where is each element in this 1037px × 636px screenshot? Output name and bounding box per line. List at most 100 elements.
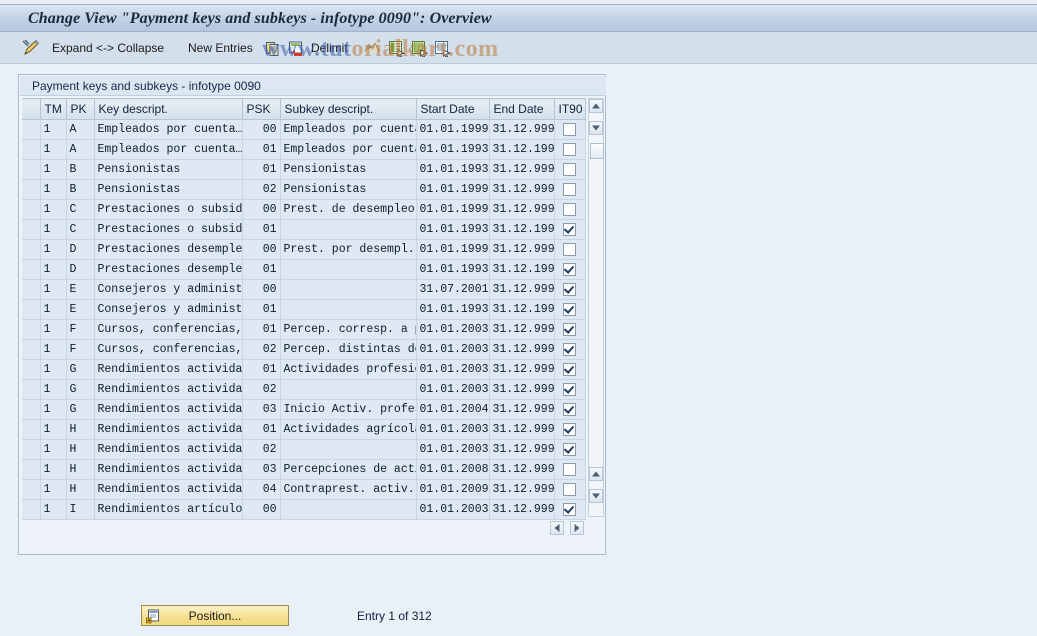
cell-tm[interactable]: 1 <box>40 319 67 340</box>
column-header-start-date[interactable]: Start Date <box>416 98 490 120</box>
checkbox-checked-icon[interactable] <box>563 342 576 356</box>
table-row[interactable]: 1 H Rendimientos actividad… 04 Contraprest. … <box>22 479 586 500</box>
cell-subkey-descript[interactable]: Pensionistas <box>280 179 417 200</box>
cell-end-date[interactable]: 31.12.9999 <box>489 199 555 220</box>
cell-subkey-descript[interactable] <box>280 299 417 320</box>
row-select-cell[interactable] <box>22 439 41 460</box>
cell-end-date[interactable]: 31.12.9999 <box>489 479 555 500</box>
cell-it90[interactable] <box>554 399 586 420</box>
cell-pk[interactable]: F <box>66 339 95 360</box>
cell-psk[interactable]: 02 <box>242 179 281 200</box>
cell-key-descript[interactable]: Consejeros y administr… <box>94 299 243 320</box>
table-row[interactable]: 1FCursos, conferencias, s…02Percep. dist… <box>22 339 586 360</box>
variant-button[interactable] <box>411 32 429 64</box>
cell-tm[interactable]: 1 <box>40 299 67 320</box>
cell-end-date[interactable]: 31.12.9999 <box>489 339 555 360</box>
cell-psk[interactable]: 04 <box>242 479 281 500</box>
cell-end-date[interactable]: 31.12.9999 <box>489 119 555 140</box>
cell-subkey-descript[interactable]: Inicio Activ. profes. <box>280 399 417 420</box>
row-select-cell[interactable] <box>22 179 41 200</box>
position-button[interactable]: Position... <box>141 605 289 626</box>
cell-tm[interactable]: 1 <box>40 179 67 200</box>
cell-start-date[interactable]: 01.01.2003 <box>416 499 490 520</box>
row-select-cell[interactable] <box>22 339 41 360</box>
column-header-it90[interactable]: IT90 <box>554 98 586 120</box>
checkbox-unchecked-icon[interactable] <box>563 242 576 256</box>
table-row[interactable]: 1 B Pensionistas 01 Pensionistas 01.01.1993 31… <box>22 159 586 180</box>
cell-tm[interactable]: 1 <box>40 479 67 500</box>
cell-key-descript[interactable]: Empleados por cuenta… <box>94 139 243 160</box>
cell-end-date[interactable]: 31.12.1999 <box>489 139 555 160</box>
cell-subkey-descript[interactable] <box>280 439 417 460</box>
cell-it90[interactable] <box>554 139 586 160</box>
cell-key-descript[interactable]: Rendimientos actividad… <box>94 399 243 420</box>
cell-it90[interactable] <box>554 459 586 480</box>
checkbox-checked-icon[interactable] <box>563 502 576 516</box>
cell-end-date[interactable]: 31.12.9999 <box>489 359 555 380</box>
cell-start-date[interactable]: 01.01.2003 <box>416 339 490 360</box>
cell-start-date[interactable]: 01.01.2003 <box>416 439 490 460</box>
cell-it90[interactable] <box>554 419 586 440</box>
cell-start-date[interactable]: 01.01.1993 <box>416 259 490 280</box>
cell-psk[interactable]: 02 <box>242 379 281 400</box>
row-select-cell[interactable] <box>22 319 41 340</box>
row-select-cell[interactable] <box>22 299 41 320</box>
scroll-down-button[interactable] <box>589 121 603 135</box>
cell-it90[interactable] <box>554 199 586 220</box>
checkbox-checked-icon[interactable] <box>563 302 576 316</box>
cell-start-date[interactable]: 01.01.1999 <box>416 179 490 200</box>
expand-collapse-button[interactable]: Expand <-> Collapse <box>52 32 164 64</box>
cell-key-descript[interactable]: Cursos, conferencias, s… <box>94 339 243 360</box>
table-row[interactable]: 1 D Prestaciones desemple… 01 01.01.1993 31.1… <box>22 259 586 280</box>
cell-it90[interactable] <box>554 479 586 500</box>
cell-it90[interactable] <box>554 159 586 180</box>
scroll-up-button[interactable] <box>589 99 603 113</box>
checkbox-checked-icon[interactable] <box>563 402 576 416</box>
cell-subkey-descript[interactable]: Percep. corresp. a pre… <box>280 319 417 340</box>
cell-key-descript[interactable]: Cursos, conferencias, s… <box>94 319 243 340</box>
cell-start-date[interactable]: 31.07.2001 <box>416 279 490 300</box>
cell-key-descript[interactable]: Rendimientos actividad… <box>94 459 243 480</box>
cell-tm[interactable]: 1 <box>40 199 67 220</box>
row-select-cell[interactable] <box>22 199 41 220</box>
cell-end-date[interactable]: 31.12.9999 <box>489 399 555 420</box>
cell-pk[interactable]: C <box>66 219 95 240</box>
delimit-button[interactable]: Delimit <box>311 32 348 64</box>
column-header-select[interactable] <box>22 98 41 120</box>
cell-pk[interactable]: H <box>66 459 95 480</box>
checkbox-unchecked-icon[interactable] <box>563 202 576 216</box>
cell-it90[interactable] <box>554 299 586 320</box>
cell-tm[interactable]: 1 <box>40 219 67 240</box>
cell-tm[interactable]: 1 <box>40 459 67 480</box>
cell-pk[interactable]: C <box>66 199 95 220</box>
cell-start-date[interactable]: 01.01.2004 <box>416 399 490 420</box>
cell-start-date[interactable]: 01.01.2009 <box>416 479 490 500</box>
cell-tm[interactable]: 1 <box>40 119 67 140</box>
cell-psk[interactable]: 02 <box>242 339 281 360</box>
checkbox-checked-icon[interactable] <box>563 262 576 276</box>
cell-key-descript[interactable]: Pensionistas <box>94 159 243 180</box>
cell-it90[interactable] <box>554 339 586 360</box>
cell-tm[interactable]: 1 <box>40 159 67 180</box>
cell-subkey-descript[interactable] <box>280 499 417 520</box>
cell-subkey-descript[interactable]: Pensionistas <box>280 159 417 180</box>
table-row[interactable]: 1 E Consejeros y administr… 01 01.01.1993 31.… <box>22 299 586 320</box>
new-entries-button[interactable]: New Entries <box>188 32 253 64</box>
table-row[interactable]: 1 D Prestaciones desemple… 00 Prest. por des… <box>22 239 586 260</box>
cell-start-date[interactable]: 01.01.2003 <box>416 319 490 340</box>
cell-key-descript[interactable]: Rendimientos actividad… <box>94 359 243 380</box>
cell-it90[interactable] <box>554 239 586 260</box>
scroll-page-down-button[interactable] <box>589 489 603 503</box>
cell-pk[interactable]: H <box>66 479 95 500</box>
cell-end-date[interactable]: 31.12.9999 <box>489 179 555 200</box>
cell-psk[interactable]: 01 <box>242 159 281 180</box>
column-header-tm[interactable]: TM <box>40 98 67 120</box>
column-header-pk[interactable]: PK <box>66 98 95 120</box>
row-select-cell[interactable] <box>22 479 41 500</box>
cell-pk[interactable]: D <box>66 259 95 280</box>
cell-subkey-descript[interactable] <box>280 379 417 400</box>
cell-pk[interactable]: F <box>66 319 95 340</box>
checkbox-unchecked-icon[interactable] <box>563 162 576 176</box>
cell-key-descript[interactable]: Rendimientos actividad… <box>94 379 243 400</box>
cell-tm[interactable]: 1 <box>40 379 67 400</box>
